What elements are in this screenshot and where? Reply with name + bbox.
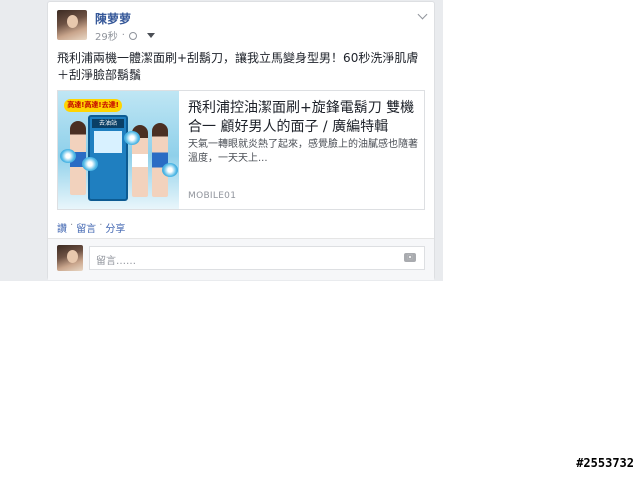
pompom-graphic (124, 131, 140, 145)
pompom-graphic (82, 157, 98, 171)
chevron-down-icon[interactable] (417, 9, 428, 20)
author-avatar[interactable] (57, 10, 87, 40)
action-separator: · (99, 220, 103, 231)
action-separator: · (70, 220, 74, 231)
link-preview-title[interactable]: 飛利浦控油潔面刷+旋鋒電鬍刀 雙機合一 顧好男人的面子 / 廣編特輯 (188, 99, 420, 137)
link-preview-image[interactable]: 高達!高達!去達! 去油站 (58, 91, 179, 209)
comment-input[interactable]: 留言…… (89, 246, 425, 270)
comment-link[interactable]: 留言 (76, 220, 96, 235)
link-preview-description: 天氣一轉眼就炎熱了起來，感覺臉上的油膩感也隨著溫度，一天天上... (188, 139, 418, 164)
comment-area: 留言…… (48, 238, 434, 280)
comment-placeholder: 留言…… (96, 256, 136, 267)
post-meta: 29秒 · (95, 28, 155, 43)
author-name[interactable]: 陳萝萝 (95, 10, 131, 27)
watermark-id: #2553732 (576, 456, 634, 470)
kiosk-screen (94, 131, 122, 153)
post-card: 陳萝萝 29秒 · 飛利浦兩機一體潔面刷+刮鬍刀，讓我立馬變身型男！60秒洗淨肌… (47, 1, 435, 280)
cheerleader-figure (152, 123, 168, 197)
commenter-avatar (57, 245, 83, 271)
post-timestamp[interactable]: 29秒 (95, 28, 118, 43)
link-preview-card[interactable]: 高達!高達!去達! 去油站 飛利浦控油潔面刷+旋鋒電鬍刀 雙機合一 顧好男人的面… (57, 90, 425, 210)
camera-icon[interactable] (404, 253, 416, 262)
post-text: 飛利浦兩機一體潔面刷+刮鬍刀，讓我立馬變身型男！60秒洗淨肌膚＋刮淨臉部鬍鬚 (57, 51, 419, 82)
globe-icon[interactable] (128, 31, 137, 40)
pompom-graphic (162, 163, 178, 177)
link-preview-domain: MOBILE01 (188, 191, 237, 201)
caret-down-icon[interactable] (146, 33, 155, 38)
meta-separator: · (121, 30, 125, 41)
image-bubble-text: 高達!高達!去達! (64, 99, 122, 112)
kiosk-sign-text: 去油站 (92, 119, 124, 128)
like-link[interactable]: 讚 (57, 220, 67, 235)
post-actions: 讚 · 留言 · 分享 (57, 220, 125, 235)
share-link[interactable]: 分享 (105, 220, 125, 235)
pompom-graphic (60, 149, 76, 163)
